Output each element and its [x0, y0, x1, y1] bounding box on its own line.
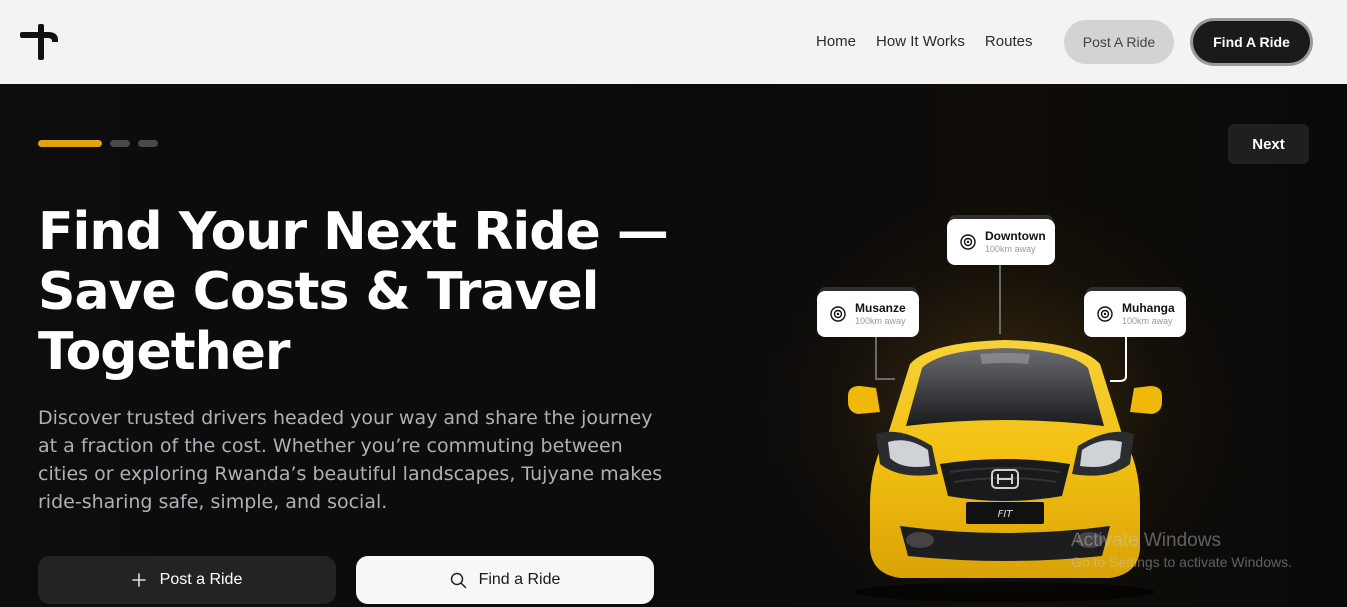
hero-title: Find Your Next Ride — Save Costs & Trave… [38, 202, 718, 382]
hero-title-line-1: Find Your Next Ride — [38, 202, 669, 262]
location-distance: 100km away [855, 316, 906, 326]
slide-indicator-2[interactable] [110, 140, 130, 147]
slide-indicator-3[interactable] [138, 140, 158, 147]
watermark-subtitle: Go to Settings to activate Windows. [1071, 554, 1292, 570]
post-a-ride-label: Post a Ride [159, 571, 243, 588]
hero-description: Discover trusted drivers headed your way… [38, 407, 663, 513]
hero-section: Next Find Your Next Ride — Save Costs & … [0, 84, 1347, 607]
watermark-title: Activate Windows [1071, 530, 1221, 551]
hero-title-line-2: Save Costs & Travel [38, 262, 600, 322]
plus-icon [131, 573, 146, 587]
location-card-text: Muhanga 100km away [1122, 301, 1175, 327]
find-a-ride-label: Find a Ride [478, 571, 561, 588]
nav-link-how-it-works[interactable]: How It Works [876, 33, 965, 50]
slide-progress [38, 140, 158, 147]
location-name: Muhanga [1122, 301, 1175, 315]
svg-text:FIT: FIT [998, 509, 1014, 520]
post-a-ride-button[interactable]: Post a Ride [38, 556, 336, 604]
location-name: Downtown [985, 229, 1046, 243]
location-distance: 100km away [985, 244, 1036, 254]
location-card-text: Downtown 100km away [985, 229, 1046, 255]
location-card-downtown[interactable]: Downtown 100km away [947, 219, 1055, 265]
windows-activation-watermark: Activate Windows Go to Settings to activ… [1071, 530, 1292, 570]
find-a-ride-nav-button[interactable]: Find A Ride [1193, 21, 1310, 63]
location-target-icon [830, 306, 846, 322]
location-target-icon [1097, 306, 1113, 322]
location-card-text: Musanze 100km away [855, 301, 906, 327]
logo-icon[interactable] [18, 24, 62, 60]
location-name: Musanze [855, 301, 906, 315]
nav-link-routes[interactable]: Routes [985, 33, 1033, 50]
location-card-muhanga[interactable]: Muhanga 100km away [1084, 291, 1186, 337]
slide-indicator-1[interactable] [38, 140, 102, 147]
location-distance: 100km away [1122, 316, 1173, 326]
top-navbar: Home How It Works Routes Post A Ride Fin… [0, 0, 1347, 84]
nav-links: Home How It Works Routes [816, 33, 1052, 50]
hero-title-line-3: Together [38, 322, 291, 382]
nav-link-home[interactable]: Home [816, 33, 856, 50]
post-a-ride-nav-button[interactable]: Post A Ride [1064, 20, 1174, 64]
search-icon [450, 572, 466, 588]
next-slide-button[interactable]: Next [1228, 124, 1309, 164]
location-card-musanze[interactable]: Musanze 100km away [817, 291, 919, 337]
find-a-ride-button[interactable]: Find a Ride [356, 556, 654, 604]
location-target-icon [960, 234, 976, 250]
